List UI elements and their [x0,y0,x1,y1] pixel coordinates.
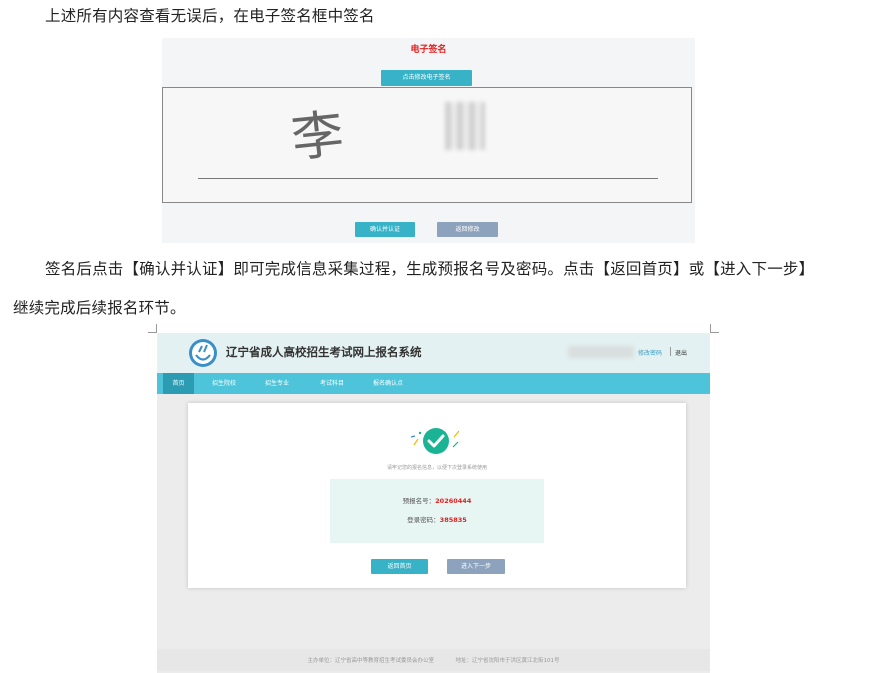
site-title: 辽宁省成人高校招生考试网上报名系统 [226,345,422,359]
remember-info-hint: 请牢记您的报名信息，以便下次登录系统使用 [386,465,487,471]
nav-item-confirm-sites[interactable]: 报名确认点 [373,373,403,394]
paragraph-instruction-2: 签名后点击【确认并认证】即可完成信息采集过程，生成预报名号及密码。点击【返回首页… [45,260,815,278]
crop-mark-right [710,324,719,333]
pre-registration-number-label: 预报名号： [402,497,436,505]
nav-item-subjects[interactable]: 考试科目 [320,373,344,394]
next-step-button[interactable]: 进入下一步 [447,559,505,574]
main-nav: 首页 招生院校 招生专业 考试科目 报名确认点 [157,373,710,394]
change-password-link[interactable]: 修改密码 [638,348,662,357]
crop-mark-left [148,324,157,333]
modify-signature-button[interactable]: 点击修改电子签名 [381,70,472,86]
paragraph-instruction-3: 继续完成后续报名环节。 [13,299,186,317]
pre-registration-number-value: 20260444 [435,497,472,505]
paragraph-instruction-1: 上述所有内容查看无误后，在电子签名框中签名 [45,7,375,25]
signature-box[interactable]: 李 [162,87,692,203]
success-card: 请牢记您的报名信息，以便下次登录系统使用 预报名号：20260444 登录密码：… [188,403,686,588]
header-divider [670,347,671,356]
confirm-and-certify-button[interactable]: 确认并认证 [355,222,415,237]
site-logo-icon [189,339,217,367]
site-footer: 主办单位：辽宁省高中等教育招生考试委员会办公室 地址：辽宁省沈阳市于洪区黄江北街… [157,649,710,671]
signature-title: 电子签名 [410,45,447,55]
signature-blurred-character [445,102,485,150]
login-password-value: 385835 [439,516,467,524]
signature-baseline [198,178,658,179]
success-check-icon [410,428,460,454]
login-password-label: 登录密码： [407,516,440,524]
nav-item-home[interactable]: 首页 [163,373,194,394]
nav-item-majors[interactable]: 招生专业 [265,373,289,394]
footer-text: 主办单位：辽宁省高中等教育招生考试委员会办公室 地址：辽宁省沈阳市于洪区黄江北街… [157,656,710,664]
return-home-button[interactable]: 返回首页 [371,559,428,574]
registration-info-box: 预报名号：20260444 登录密码：385835 [330,479,544,543]
logout-link[interactable]: 退出 [675,348,687,357]
site-header: 辽宁省成人高校招生考试网上报名系统 修改密码 退出 [157,333,710,373]
return-to-modify-button[interactable]: 返回修改 [437,222,498,237]
footer-sponsor: 主办单位：辽宁省高中等教育招生考试委员会办公室 [307,658,434,664]
footer-address: 地址：辽宁省沈阳市于洪区黄江北街101号 [455,658,560,664]
signature-panel-screenshot: 电子签名 点击修改电子签名 李 确认并认证 返回修改 [162,38,695,243]
nav-item-colleges[interactable]: 招生院校 [212,373,236,394]
login-password-row: 登录密码：385835 [330,514,544,524]
user-name-blurred [568,346,634,358]
pre-registration-number-row: 预报名号：20260444 [330,495,544,505]
signature-handwriting: 李 [288,104,347,170]
success-page-screenshot: 辽宁省成人高校招生考试网上报名系统 修改密码 退出 首页 招生院校 招生专业 考… [157,333,710,673]
